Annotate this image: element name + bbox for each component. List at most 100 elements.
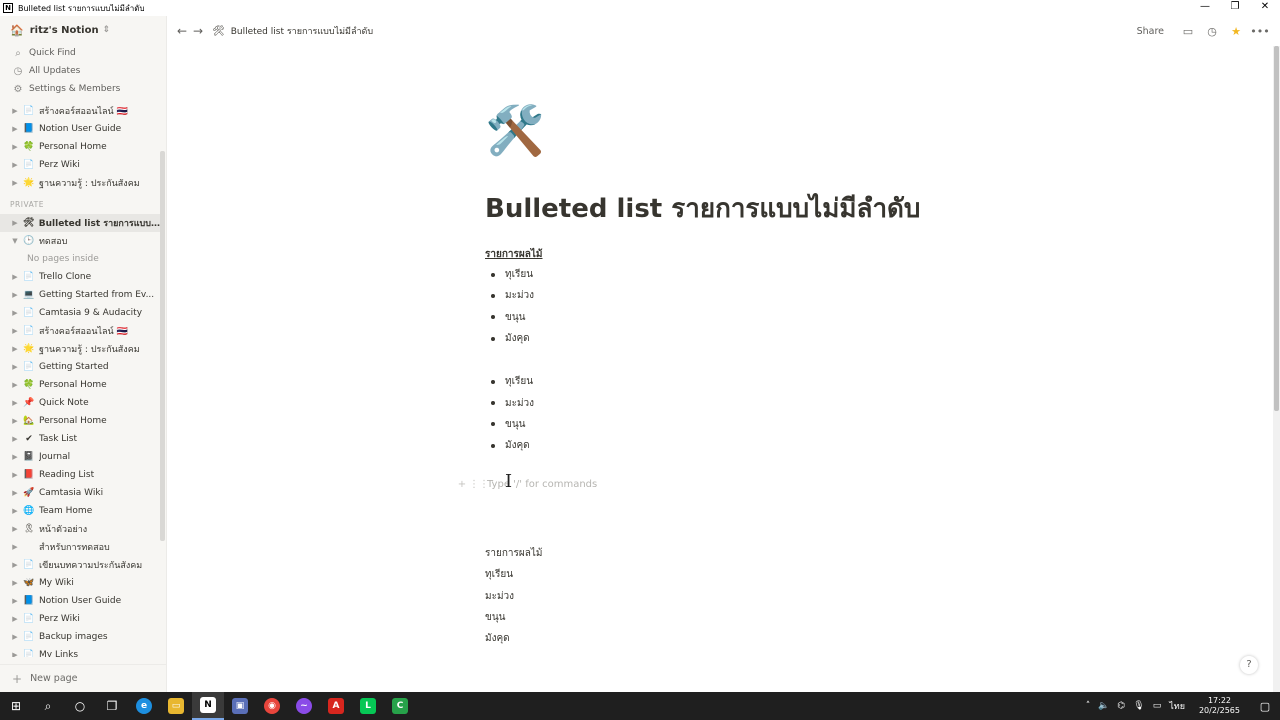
toggle-collapsed-icon[interactable]: ▶ — [10, 561, 20, 569]
back-arrow-icon[interactable]: ← — [174, 24, 190, 38]
sidebar-item-task-list[interactable]: ▶ ✔ Task List — [0, 430, 160, 448]
toggle-collapsed-icon[interactable]: ▶ — [10, 633, 20, 641]
comment-icon[interactable]: ▭ — [1176, 25, 1200, 38]
battery-icon[interactable]: ▭ — [1153, 701, 1162, 711]
toggle-collapsed-icon[interactable]: ▶ — [10, 327, 20, 335]
toggle-collapsed-icon[interactable]: ▶ — [10, 345, 20, 353]
plain-item[interactable]: ขนุน — [485, 607, 543, 628]
toggle-collapsed-icon[interactable]: ▶ — [10, 363, 20, 371]
page-icon-tools[interactable]: 🛠️ — [485, 106, 985, 166]
notification-icon[interactable]: ▢ — [1250, 700, 1280, 713]
sidebar-item-camtasia-wiki[interactable]: ▶ 🚀 Camtasia Wiki — [0, 484, 160, 502]
sidebar-item-trello-clone[interactable]: ▶ 📄 Trello Clone — [0, 268, 160, 286]
minimize-button[interactable]: — — [1190, 0, 1220, 16]
save-app-icon[interactable]: ▣ — [224, 692, 256, 720]
bullet-item[interactable]: มังคุด — [491, 328, 985, 349]
sidebar-item-perz-wiki[interactable]: ▶ 📄 Perz Wiki — [0, 610, 160, 628]
block-placeholder[interactable]: Type '/' for commands — [487, 479, 597, 490]
close-button[interactable]: ✕ — [1250, 0, 1280, 16]
sidebar-scrollbar[interactable] — [160, 151, 165, 541]
workspace-switcher[interactable]: 🏠 ritz's Notion ⇕ — [0, 16, 166, 44]
chrome-icon[interactable]: ◉ — [256, 692, 288, 720]
plain-item[interactable]: ทุเรียน — [485, 564, 543, 585]
new-page-button[interactable]: + New page — [0, 664, 166, 692]
restore-button[interactable]: ❐ — [1220, 0, 1250, 16]
sidebar-item-page[interactable]: ▼ 🕒 ทดสอบ — [0, 232, 160, 250]
empty-block[interactable]: + ⋮⋮ Type '/' for commands — [455, 479, 597, 490]
sidebar-item-bulleted-list[interactable]: ▶ 🛠 Bulleted list รายการแบบ... — [0, 214, 160, 232]
toggle-collapsed-icon[interactable]: ▶ — [10, 107, 20, 115]
tray-chevron-up-icon[interactable]: ˄ — [1086, 701, 1091, 711]
main-scrollbar[interactable] — [1273, 46, 1280, 692]
sidebar-item-getting-started[interactable]: ▶ 📄 Getting Started — [0, 358, 160, 376]
sidebar-item-personal-home[interactable]: ▶ 🍀 Personal Home — [0, 138, 160, 156]
sidebar-item-notion-user-guide[interactable]: ▶ 📘 Notion User Guide — [0, 592, 160, 610]
language-indicator[interactable]: ไทย — [1169, 699, 1185, 713]
line-app-icon[interactable]: L — [352, 692, 384, 720]
toggle-collapsed-icon[interactable]: ▶ — [10, 615, 20, 623]
drag-handle-icon[interactable]: ⋮⋮ — [469, 479, 489, 490]
sidebar-item-page[interactable]: ▶ 📄 เขียนบทความประกันสังคม — [0, 556, 160, 574]
toggle-collapsed-icon[interactable]: ▶ — [10, 471, 20, 479]
toggle-collapsed-icon[interactable]: ▶ — [10, 543, 20, 551]
history-icon[interactable]: ◷ — [1200, 25, 1224, 38]
bullet-item[interactable]: มังคุด — [491, 435, 985, 456]
bullet-item[interactable]: ทุเรียน — [491, 264, 985, 285]
sidebar-item-page[interactable]: ▶ 🌟 ฐานความรู้ : ประกันสังคม — [0, 174, 160, 192]
sidebar-item-page[interactable]: ▶ 📄 สร้างคอร์สออนไลน์ 🇹🇭 — [0, 102, 160, 120]
toggle-collapsed-icon[interactable]: ▶ — [10, 417, 20, 425]
quick-find-button[interactable]: ⌕ Quick Find — [0, 44, 166, 62]
microphone-icon[interactable]: 🎙 — [1133, 701, 1144, 711]
toggle-collapsed-icon[interactable]: ▶ — [10, 597, 20, 605]
bullet-item[interactable]: ขนุน — [491, 414, 985, 435]
messenger-icon[interactable]: ~ — [288, 692, 320, 720]
plain-item[interactable]: มะม่วง — [485, 586, 543, 607]
favorite-star-icon[interactable]: ★ — [1224, 25, 1248, 38]
toggle-collapsed-icon[interactable]: ▶ — [10, 489, 20, 497]
sidebar-item-journal[interactable]: ▶ 📓 Journal — [0, 448, 160, 466]
help-button[interactable]: ? — [1240, 656, 1258, 674]
notion-taskbar-icon[interactable]: N — [192, 692, 224, 720]
list-heading[interactable]: รายการผลไม้ — [485, 246, 985, 264]
add-block-plus-icon[interactable]: + — [455, 479, 469, 490]
more-options-icon[interactable]: ••• — [1248, 25, 1272, 38]
toggle-collapsed-icon[interactable]: ▶ — [10, 291, 20, 299]
toggle-collapsed-icon[interactable]: ▶ — [10, 651, 20, 657]
taskbar-clock[interactable]: 17:22 20/2/2565 — [1199, 696, 1240, 716]
breadcrumb[interactable]: 🛠 Bulleted list รายการแบบไม่มีลำดับ — [212, 24, 373, 38]
sidebar-item-notion-user-guide[interactable]: ▶ 📘 Notion User Guide — [0, 120, 160, 138]
toggle-collapsed-icon[interactable]: ▶ — [10, 143, 20, 151]
edge-browser-icon[interactable]: e — [128, 692, 160, 720]
toggle-collapsed-icon[interactable]: ▶ — [10, 161, 20, 169]
main-scrollbar-thumb[interactable] — [1274, 46, 1279, 411]
toggle-collapsed-icon[interactable]: ▶ — [10, 579, 20, 587]
sidebar-item-page[interactable]: ▶ 📄 สร้างคอร์สออนไลน์ 🇹🇭 — [0, 322, 160, 340]
sidebar-item-page[interactable]: ▶ สำหรับการทดสอบ — [0, 538, 160, 556]
task-view-icon[interactable]: ❐ — [96, 692, 128, 720]
sidebar-item-personal-home[interactable]: ▶ 🍀 Personal Home — [0, 376, 160, 394]
bullet-item[interactable]: มะม่วง — [491, 392, 985, 413]
toggle-collapsed-icon[interactable]: ▶ — [10, 507, 20, 515]
settings-members-button[interactable]: ⚙ Settings & Members — [0, 80, 166, 98]
sidebar-item-personal-home[interactable]: ▶ 🏡 Personal Home — [0, 412, 160, 430]
toggle-collapsed-icon[interactable]: ▶ — [10, 309, 20, 317]
sidebar-item-camtasia-9-audacity[interactable]: ▶ 📄 Camtasia 9 & Audacity — [0, 304, 160, 322]
toggle-collapsed-icon[interactable]: ▶ — [10, 435, 20, 443]
toggle-collapsed-icon[interactable]: ▶ — [10, 381, 20, 389]
sidebar-item-team-home[interactable]: ▶ 🌐 Team Home — [0, 502, 160, 520]
page-title[interactable]: Bulleted list รายการแบบไม่มีลำดับ — [485, 188, 985, 232]
network-icon[interactable]: ⌬ — [1117, 701, 1125, 711]
bullet-item[interactable]: ทุเรียน — [491, 371, 985, 392]
sidebar-item-reading-list[interactable]: ▶ 📕 Reading List — [0, 466, 160, 484]
file-explorer-icon[interactable]: ▭ — [160, 692, 192, 720]
sidebar-item-my-wiki[interactable]: ▶ 🦋 My Wiki — [0, 574, 160, 592]
search-icon[interactable]: ⌕ — [32, 692, 64, 720]
sidebar-item-quick-note[interactable]: ▶ 📌 Quick Note — [0, 394, 160, 412]
acrobat-icon[interactable]: A — [320, 692, 352, 720]
toggle-collapsed-icon[interactable]: ▶ — [10, 179, 20, 187]
all-updates-button[interactable]: ◷ All Updates — [0, 62, 166, 80]
bullet-item[interactable]: มะม่วง — [491, 285, 985, 306]
share-button[interactable]: Share — [1137, 26, 1164, 37]
sidebar-item-my-links[interactable]: ▶ 📄 My Links — [0, 646, 160, 657]
toggle-collapsed-icon[interactable]: ▶ — [10, 125, 20, 133]
